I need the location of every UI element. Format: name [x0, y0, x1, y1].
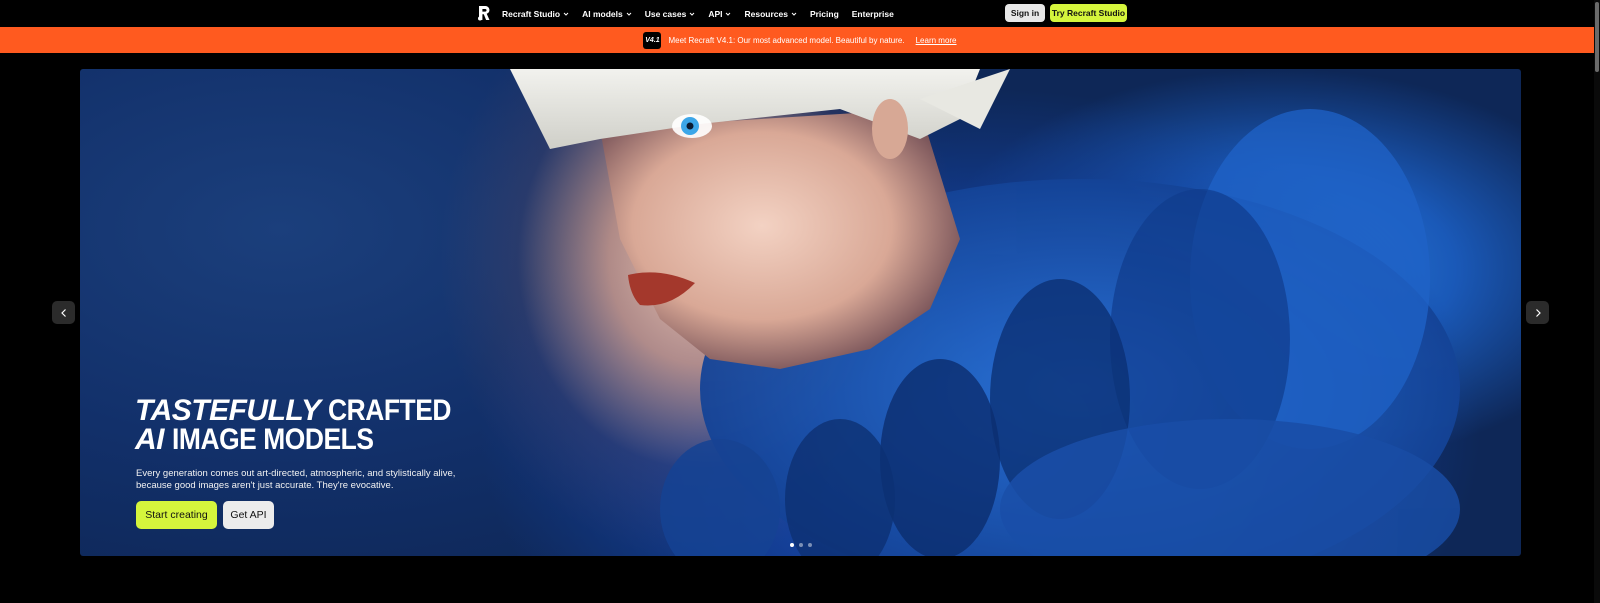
recraft-logo-icon[interactable] [476, 5, 492, 21]
nav-item-resources[interactable]: Resources [744, 8, 797, 19]
carousel-dot-3[interactable] [808, 543, 812, 547]
carousel-dot-1[interactable] [790, 543, 794, 547]
nav-item-pricing[interactable]: Pricing [810, 9, 839, 19]
nav-item-label: Use cases [644, 8, 687, 19]
hero-title-crafted: CRAFTED [328, 394, 452, 427]
hero-title: TASTEFULLY CRAFTED AI IMAGE MODELS [135, 394, 468, 456]
carousel-dot-2[interactable] [799, 543, 803, 547]
hero-description: Every generation comes out art-directed,… [136, 468, 456, 491]
announcement-banner: V4.1 Meet Recraft V4.1: Our most advance… [0, 27, 1600, 53]
chevron-down-icon [563, 12, 569, 16]
carousel-prev-button[interactable] [52, 301, 75, 324]
v41-badge: V4.1 [643, 31, 662, 49]
start-creating-button[interactable]: Start creating [136, 501, 217, 529]
nav-item-label: AI models [582, 8, 623, 19]
banner-text: Meet Recraft V4.1: Our most advanced mod… [668, 35, 905, 45]
top-nav: Recraft Studio AI models Use cases API Resou… [0, 0, 1600, 27]
nav-item-recraft-studio[interactable]: Recraft Studio [502, 9, 569, 19]
chevron-left-icon [60, 308, 66, 317]
hero-title-ai: AI [135, 422, 165, 456]
nav-item-api[interactable]: API [708, 9, 731, 19]
sign-in-button[interactable]: Sign in [1005, 4, 1045, 22]
page-scrollbar[interactable] [1594, 0, 1600, 603]
hero-title-image-models: IMAGE MODELS [171, 422, 374, 456]
nav-item-enterprise[interactable]: Enterprise [852, 9, 894, 19]
nav-item-label: Recraft Studio [502, 8, 561, 19]
nav-item-ai-models[interactable]: AI models [582, 9, 632, 19]
hero-carousel: TASTEFULLY CRAFTED AI IMAGE MODELS Every… [80, 69, 1521, 556]
nav-item-label: Enterprise [851, 8, 894, 19]
chevron-down-icon [689, 12, 695, 16]
nav-item-label: Pricing [809, 8, 839, 19]
chevron-down-icon [726, 12, 731, 16]
get-api-button[interactable]: Get API [223, 501, 274, 529]
carousel-dots [790, 543, 812, 547]
nav-item-label: Resources [744, 8, 788, 19]
nav-item-use-cases[interactable]: Use cases [645, 9, 696, 19]
try-recraft-studio-button[interactable]: Try Recraft Studio [1050, 4, 1127, 22]
nav-menu: Recraft Studio AI models Use cases API Resou… [502, 0, 894, 27]
chevron-down-icon [791, 12, 797, 16]
chevron-right-icon [1535, 308, 1541, 317]
carousel-next-button[interactable] [1526, 301, 1549, 324]
learn-more-link[interactable]: Learn more [916, 36, 957, 45]
nav-item-label: API [708, 8, 723, 19]
scrollbar-thumb[interactable] [1595, 2, 1599, 72]
chevron-down-icon [626, 12, 632, 16]
